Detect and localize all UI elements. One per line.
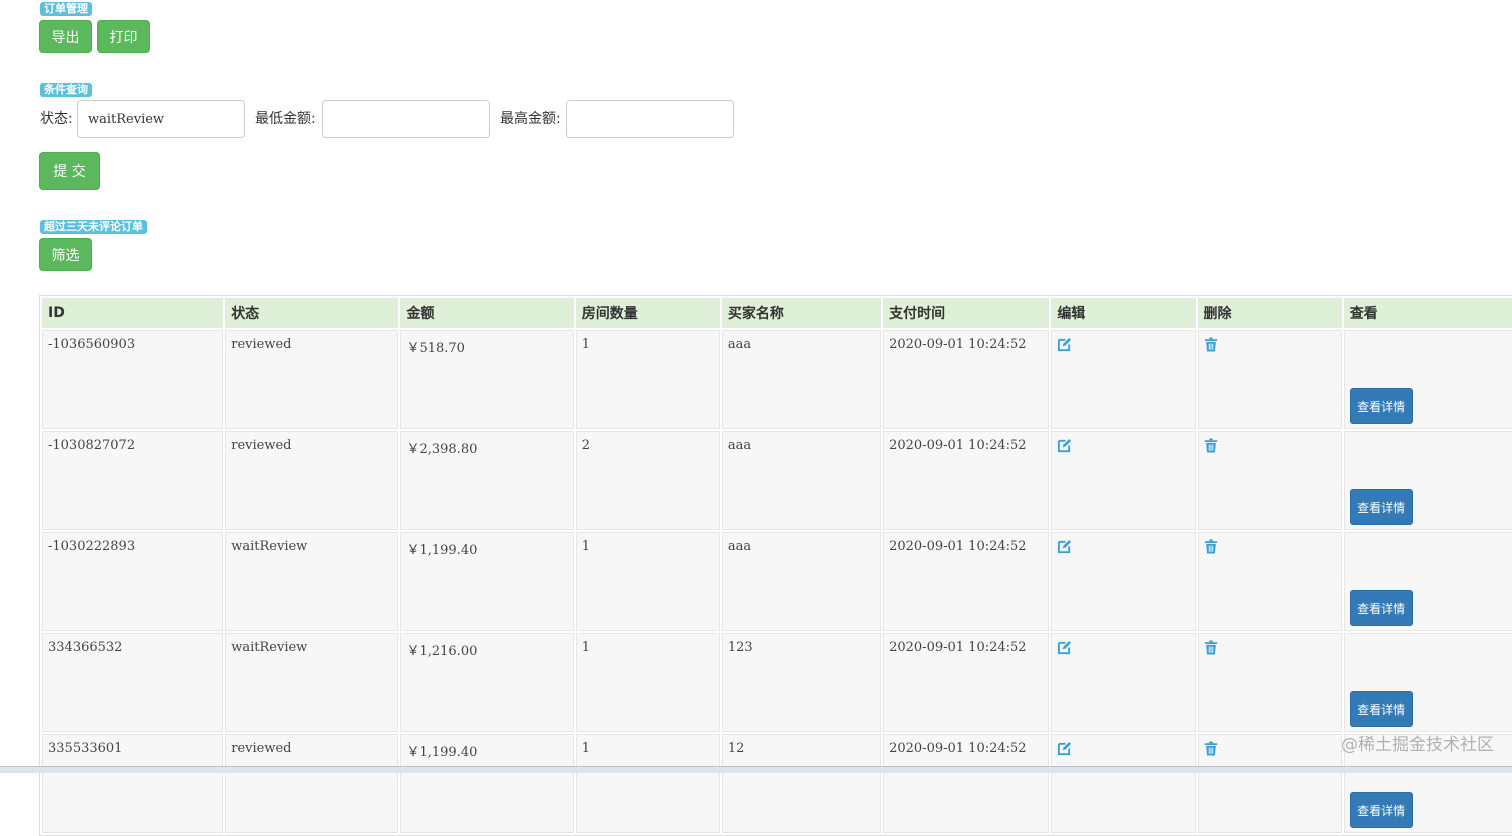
header-paid-at: 支付时间 xyxy=(883,298,1050,328)
condition-query-badge: 条件查询 xyxy=(40,83,92,97)
header-edit: 编辑 xyxy=(1051,298,1196,328)
trash-icon[interactable] xyxy=(1204,337,1220,353)
cell-edit xyxy=(1051,330,1196,429)
max-amount-label: 最高金额: xyxy=(500,111,561,127)
cell-view: 查看详情 xyxy=(1343,431,1512,530)
header-amount: 金额 xyxy=(400,298,574,328)
view-details-button[interactable]: 查看详情 xyxy=(1349,489,1413,525)
edit-icon[interactable] xyxy=(1057,337,1073,353)
header-rooms: 房间数量 xyxy=(575,298,720,328)
cell-amount: ￥1,199.40 xyxy=(400,734,574,833)
view-details-button[interactable]: 查看详情 xyxy=(1349,792,1413,828)
cell-rooms: 1 xyxy=(575,633,720,732)
cell-buyer: 12 xyxy=(721,734,882,833)
status-input[interactable] xyxy=(77,100,245,138)
cell-rooms: 2 xyxy=(575,431,720,530)
cell-edit xyxy=(1051,532,1196,631)
cell-status: reviewed xyxy=(225,734,399,833)
cell-delete xyxy=(1197,734,1342,833)
trash-icon[interactable] xyxy=(1204,438,1220,454)
watermark: @稀土掘金技术社区 xyxy=(1341,735,1494,755)
status-field-label: 状态: xyxy=(40,111,73,127)
orders-table-container: ID 状态 金额 房间数量 买家名称 支付时间 编辑 删除 查看 -103656… xyxy=(39,295,1512,836)
trash-icon[interactable] xyxy=(1204,640,1220,656)
cell-edit xyxy=(1051,633,1196,732)
edit-icon[interactable] xyxy=(1057,438,1073,454)
submit-button[interactable]: 提 交 xyxy=(39,152,100,190)
orders-table: ID 状态 金额 房间数量 买家名称 支付时间 编辑 删除 查看 -103656… xyxy=(39,295,1512,836)
cell-paid-at: 2020-09-01 10:24:52 xyxy=(883,330,1050,429)
cell-buyer: aaa xyxy=(721,330,882,429)
cell-buyer: 123 xyxy=(721,633,882,732)
cell-amount: ￥518.70 xyxy=(400,330,574,429)
cell-paid-at: 2020-09-01 10:24:52 xyxy=(883,431,1050,530)
cell-paid-at: 2020-09-01 10:24:52 xyxy=(883,532,1050,631)
cell-delete xyxy=(1197,431,1342,530)
cell-id: -1030222893 xyxy=(42,532,224,631)
cell-id: -1030827072 xyxy=(42,431,224,530)
cell-status: reviewed xyxy=(225,330,399,429)
min-amount-label: 最低金额: xyxy=(255,111,316,127)
table-row: -1036560903 reviewed ￥518.70 1 aaa 2020-09-01… xyxy=(42,330,1512,429)
view-details-button[interactable]: 查看详情 xyxy=(1349,590,1413,626)
overdue-orders-badge: 超过三天未评论订单 xyxy=(40,220,147,234)
print-button[interactable]: 打印 xyxy=(97,20,150,53)
table-row: 334366532 waitReview ￥1,216.00 1 123 2020-09-… xyxy=(42,633,1512,732)
header-status: 状态 xyxy=(225,298,399,328)
cell-id: -1036560903 xyxy=(42,330,224,429)
cell-id: 334366532 xyxy=(42,633,224,732)
cell-buyer: aaa xyxy=(721,532,882,631)
cell-delete xyxy=(1197,532,1342,631)
cell-paid-at: 2020-09-01 10:24:52 xyxy=(883,734,1050,833)
cell-view: 查看详情 xyxy=(1343,532,1512,631)
trash-icon[interactable] xyxy=(1204,539,1220,555)
filter-button[interactable]: 筛选 xyxy=(39,238,92,271)
cell-id: 335533601 xyxy=(42,734,224,833)
cell-edit xyxy=(1051,734,1196,833)
cell-paid-at: 2020-09-01 10:24:52 xyxy=(883,633,1050,732)
max-amount-input[interactable] xyxy=(566,100,734,138)
header-buyer: 买家名称 xyxy=(721,298,882,328)
cell-rooms: 1 xyxy=(575,532,720,631)
min-amount-input[interactable] xyxy=(322,100,490,138)
export-button[interactable]: 导出 xyxy=(39,20,92,53)
cell-amount: ￥1,216.00 xyxy=(400,633,574,732)
cell-view: 查看详情 xyxy=(1343,633,1512,732)
cell-delete xyxy=(1197,633,1342,732)
header-view: 查看 xyxy=(1343,298,1512,328)
cell-status: waitReview xyxy=(225,532,399,631)
table-header-row: ID 状态 金额 房间数量 买家名称 支付时间 编辑 删除 查看 xyxy=(42,298,1512,328)
cell-status: waitReview xyxy=(225,633,399,732)
cell-amount: ￥1,199.40 xyxy=(400,532,574,631)
view-details-button[interactable]: 查看详情 xyxy=(1349,388,1413,424)
edit-icon[interactable] xyxy=(1057,640,1073,656)
order-management-badge: 订单管理 xyxy=(40,2,92,16)
cell-view: 查看详情 xyxy=(1343,330,1512,429)
cell-delete xyxy=(1197,330,1342,429)
edit-icon[interactable] xyxy=(1057,741,1073,757)
header-delete: 删除 xyxy=(1197,298,1342,328)
header-id: ID xyxy=(42,298,224,328)
table-row: -1030827072 reviewed ￥2,398.80 2 aaa 2020-09-… xyxy=(42,431,1512,530)
table-row: -1030222893 waitReview ￥1,199.40 1 aaa 2020-0… xyxy=(42,532,1512,631)
cell-rooms: 1 xyxy=(575,734,720,833)
cell-status: reviewed xyxy=(225,431,399,530)
edit-icon[interactable] xyxy=(1057,539,1073,555)
trash-icon[interactable] xyxy=(1204,741,1220,757)
cell-amount: ￥2,398.80 xyxy=(400,431,574,530)
cell-rooms: 1 xyxy=(575,330,720,429)
view-details-button[interactable]: 查看详情 xyxy=(1349,691,1413,727)
table-row: 335533601 reviewed ￥1,199.40 1 12 2020-09-01 … xyxy=(42,734,1512,833)
cell-buyer: aaa xyxy=(721,431,882,530)
cell-edit xyxy=(1051,431,1196,530)
